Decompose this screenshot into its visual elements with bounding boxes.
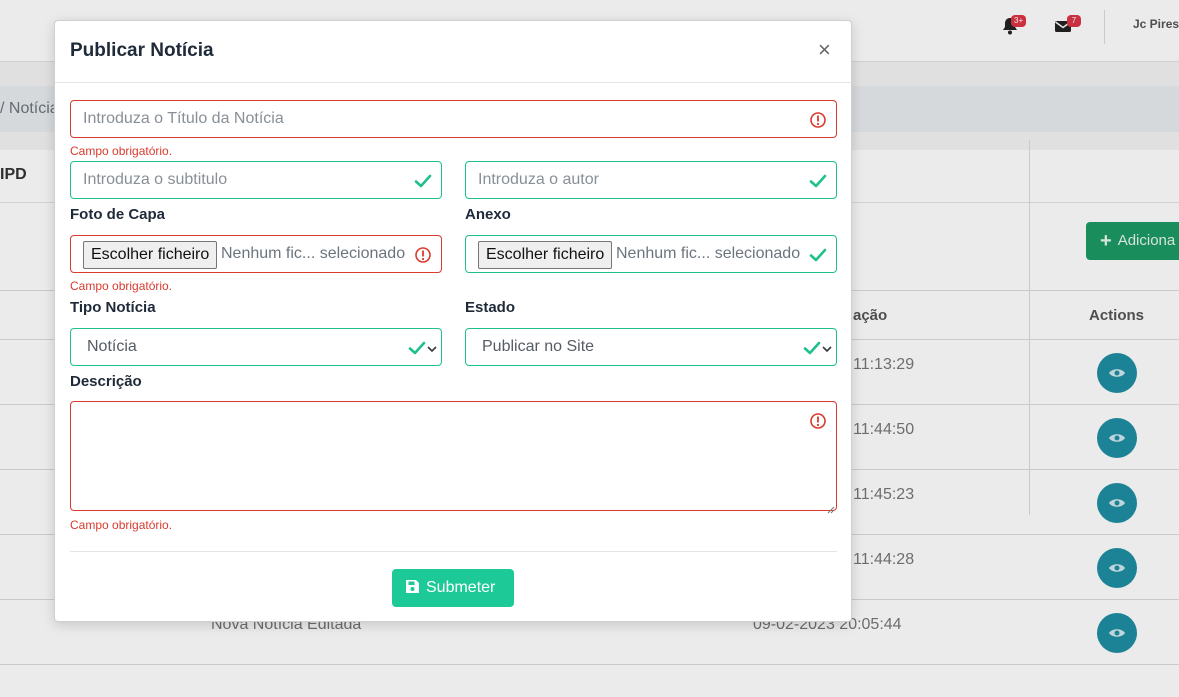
author-input[interactable]: Introduza o autor (465, 161, 837, 199)
subtitle-input[interactable]: Introduza o subtitulo (70, 161, 442, 199)
chevron-down-icon (427, 341, 437, 353)
modal-header: Publicar Notícia × (55, 21, 851, 83)
subtitle-placeholder: Introduza o subtitulo (83, 171, 228, 188)
check-icon (808, 171, 828, 191)
save-icon (406, 580, 419, 593)
error-icon (808, 110, 828, 130)
status-select[interactable]: Publicar no Site (465, 328, 837, 366)
status-value: Publicar no Site (482, 338, 595, 355)
news-type-value: Notícia (87, 338, 137, 355)
close-icon[interactable]: × (818, 37, 831, 63)
description-label: Descrição (70, 373, 142, 390)
modal-title: Publicar Notícia (70, 40, 214, 61)
choose-file-button[interactable]: Escolher ficheiro (83, 241, 218, 269)
divider (70, 551, 837, 552)
attachment-label: Anexo (465, 206, 511, 223)
title-placeholder: Introduza o Título da Notícia (83, 110, 284, 127)
submit-button[interactable]: Submeter (392, 569, 514, 607)
chevron-down-icon (822, 341, 832, 353)
cover-photo-file-input[interactable]: Escolher ficheiro Nenhum fic... selecion… (70, 235, 442, 273)
resize-handle[interactable] (827, 501, 835, 514)
cover-photo-error: Campo obrigatório. (70, 279, 173, 293)
title-input[interactable]: Introduza o Título da Notícia (70, 100, 837, 138)
attachment-file-input[interactable]: Escolher ficheiro Nenhum fic... selecion… (465, 235, 837, 273)
status-label: Estado (465, 299, 516, 316)
submit-label: Submeter (426, 579, 496, 596)
check-icon (802, 338, 822, 358)
check-icon (407, 338, 427, 358)
error-icon (413, 245, 433, 265)
cover-photo-label: Foto de Capa (70, 206, 166, 223)
title-error: Campo obrigatório. (70, 144, 173, 158)
error-icon (808, 411, 828, 436)
file-name-text: Nenhum fic... selecionado (616, 245, 801, 262)
publish-news-modal: Publicar Notícia × Introduza o Título da… (54, 20, 852, 622)
check-icon (413, 171, 433, 191)
choose-file-button[interactable]: Escolher ficheiro (478, 241, 613, 269)
news-type-label: Tipo Notícia (70, 299, 156, 316)
file-name-text: Nenhum fic... selecionado (221, 245, 406, 262)
author-placeholder: Introduza o autor (478, 171, 599, 188)
check-icon (808, 245, 828, 265)
description-textarea[interactable] (70, 401, 837, 514)
news-type-select[interactable]: Notícia (70, 328, 442, 366)
description-error: Campo obrigatório. (70, 518, 173, 532)
